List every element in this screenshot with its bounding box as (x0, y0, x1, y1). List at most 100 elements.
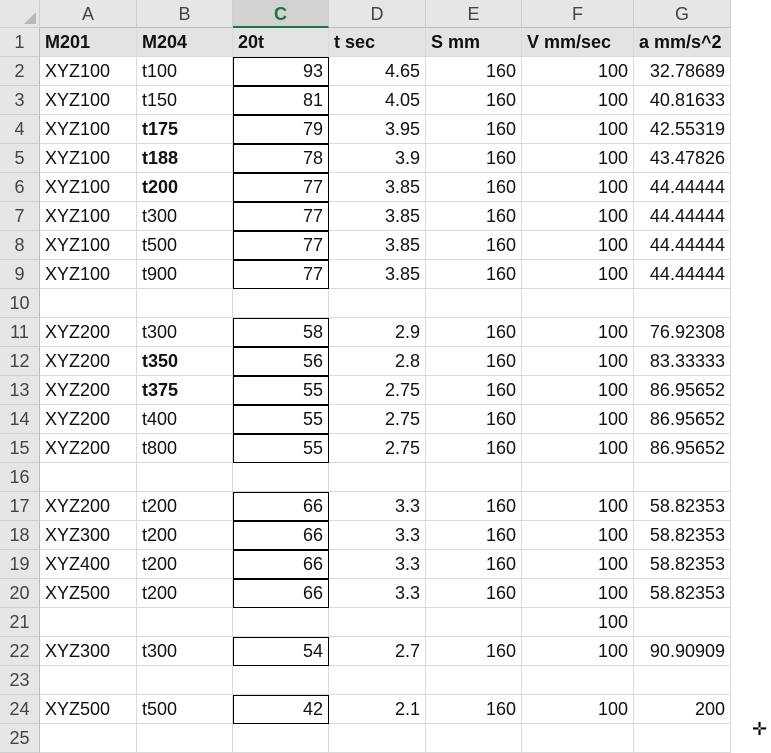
cell-g25[interactable] (634, 724, 731, 753)
cell-a10[interactable] (40, 289, 137, 318)
cell-g13[interactable]: 86.95652 (634, 376, 731, 405)
cell-a15[interactable]: XYZ200 (40, 434, 137, 463)
cell-d1[interactable]: t sec (329, 28, 426, 57)
row-header-8[interactable]: 8 (0, 231, 40, 260)
cell-d19[interactable]: 3.3 (329, 550, 426, 579)
cell-f2[interactable]: 100 (522, 57, 634, 86)
cell-c15[interactable]: 55 (233, 434, 329, 463)
cell-d17[interactable]: 3.3 (329, 492, 426, 521)
cell-d4[interactable]: 3.95 (329, 115, 426, 144)
row-header-12[interactable]: 12 (0, 347, 40, 376)
cell-a13[interactable]: XYZ200 (40, 376, 137, 405)
cell-d24[interactable]: 2.1 (329, 695, 426, 724)
select-all-corner[interactable] (0, 0, 40, 28)
cell-a14[interactable]: XYZ200 (40, 405, 137, 434)
cell-a3[interactable]: XYZ100 (40, 86, 137, 115)
cell-b9[interactable]: t900 (137, 260, 233, 289)
cell-f18[interactable]: 100 (522, 521, 634, 550)
cell-e21[interactable] (426, 608, 522, 637)
cell-c17[interactable]: 66 (233, 492, 329, 521)
column-header-a[interactable]: A (40, 0, 137, 28)
cell-a5[interactable]: XYZ100 (40, 144, 137, 173)
cell-c2[interactable]: 93 (233, 57, 329, 86)
cell-e17[interactable]: 160 (426, 492, 522, 521)
cell-b18[interactable]: t200 (137, 521, 233, 550)
cell-f24[interactable]: 100 (522, 695, 634, 724)
cell-c21[interactable] (233, 608, 329, 637)
cell-g2[interactable]: 32.78689 (634, 57, 731, 86)
cell-g5[interactable]: 43.47826 (634, 144, 731, 173)
cell-c12[interactable]: 56 (233, 347, 329, 376)
cell-b3[interactable]: t150 (137, 86, 233, 115)
row-header-5[interactable]: 5 (0, 144, 40, 173)
cell-b14[interactable]: t400 (137, 405, 233, 434)
cell-c14[interactable]: 55 (233, 405, 329, 434)
cell-c1[interactable]: 20t (233, 28, 329, 57)
cell-g10[interactable] (634, 289, 731, 318)
cell-g21[interactable] (634, 608, 731, 637)
cell-a23[interactable] (40, 666, 137, 695)
cell-e4[interactable]: 160 (426, 115, 522, 144)
cell-e16[interactable] (426, 463, 522, 492)
cell-f9[interactable]: 100 (522, 260, 634, 289)
cell-e6[interactable]: 160 (426, 173, 522, 202)
cell-e14[interactable]: 160 (426, 405, 522, 434)
cell-a24[interactable]: XYZ500 (40, 695, 137, 724)
cell-c5[interactable]: 78 (233, 144, 329, 173)
cell-g1[interactable]: a mm/s^2 (634, 28, 731, 57)
cell-a7[interactable]: XYZ100 (40, 202, 137, 231)
cell-e8[interactable]: 160 (426, 231, 522, 260)
cell-f14[interactable]: 100 (522, 405, 634, 434)
cell-d15[interactable]: 2.75 (329, 434, 426, 463)
row-header-20[interactable]: 20 (0, 579, 40, 608)
row-header-23[interactable]: 23 (0, 666, 40, 695)
cell-e23[interactable] (426, 666, 522, 695)
cell-g19[interactable]: 58.82353 (634, 550, 731, 579)
cell-f1[interactable]: V mm/sec (522, 28, 634, 57)
cell-g11[interactable]: 76.92308 (634, 318, 731, 347)
cell-b25[interactable] (137, 724, 233, 753)
cell-c11[interactable]: 58 (233, 318, 329, 347)
cell-c3[interactable]: 81 (233, 86, 329, 115)
cell-d7[interactable]: 3.85 (329, 202, 426, 231)
cell-d9[interactable]: 3.85 (329, 260, 426, 289)
column-header-d[interactable]: D (329, 0, 426, 28)
cell-f17[interactable]: 100 (522, 492, 634, 521)
cell-e20[interactable]: 160 (426, 579, 522, 608)
cell-d11[interactable]: 2.9 (329, 318, 426, 347)
row-header-11[interactable]: 11 (0, 318, 40, 347)
cell-b11[interactable]: t300 (137, 318, 233, 347)
cell-f13[interactable]: 100 (522, 376, 634, 405)
cell-g3[interactable]: 40.81633 (634, 86, 731, 115)
cell-e18[interactable]: 160 (426, 521, 522, 550)
cell-b19[interactable]: t200 (137, 550, 233, 579)
row-header-17[interactable]: 17 (0, 492, 40, 521)
cell-e7[interactable]: 160 (426, 202, 522, 231)
cell-b13[interactable]: t375 (137, 376, 233, 405)
cell-c18[interactable]: 66 (233, 521, 329, 550)
cell-f21[interactable]: 100 (522, 608, 634, 637)
cell-g18[interactable]: 58.82353 (634, 521, 731, 550)
cell-f23[interactable] (522, 666, 634, 695)
cell-f12[interactable]: 100 (522, 347, 634, 376)
cell-g15[interactable]: 86.95652 (634, 434, 731, 463)
cell-g4[interactable]: 42.55319 (634, 115, 731, 144)
cell-g24[interactable]: 200 (634, 695, 731, 724)
cell-d23[interactable] (329, 666, 426, 695)
row-header-16[interactable]: 16 (0, 463, 40, 492)
cell-e1[interactable]: S mm (426, 28, 522, 57)
cell-c22[interactable]: 54 (233, 637, 329, 666)
cell-f22[interactable]: 100 (522, 637, 634, 666)
cell-c10[interactable] (233, 289, 329, 318)
cell-a16[interactable] (40, 463, 137, 492)
cell-d10[interactable] (329, 289, 426, 318)
cell-b20[interactable]: t200 (137, 579, 233, 608)
cell-f11[interactable]: 100 (522, 318, 634, 347)
row-header-18[interactable]: 18 (0, 521, 40, 550)
row-header-10[interactable]: 10 (0, 289, 40, 318)
cell-b24[interactable]: t500 (137, 695, 233, 724)
cell-f20[interactable]: 100 (522, 579, 634, 608)
cell-c19[interactable]: 66 (233, 550, 329, 579)
cell-g20[interactable]: 58.82353 (634, 579, 731, 608)
cell-d14[interactable]: 2.75 (329, 405, 426, 434)
